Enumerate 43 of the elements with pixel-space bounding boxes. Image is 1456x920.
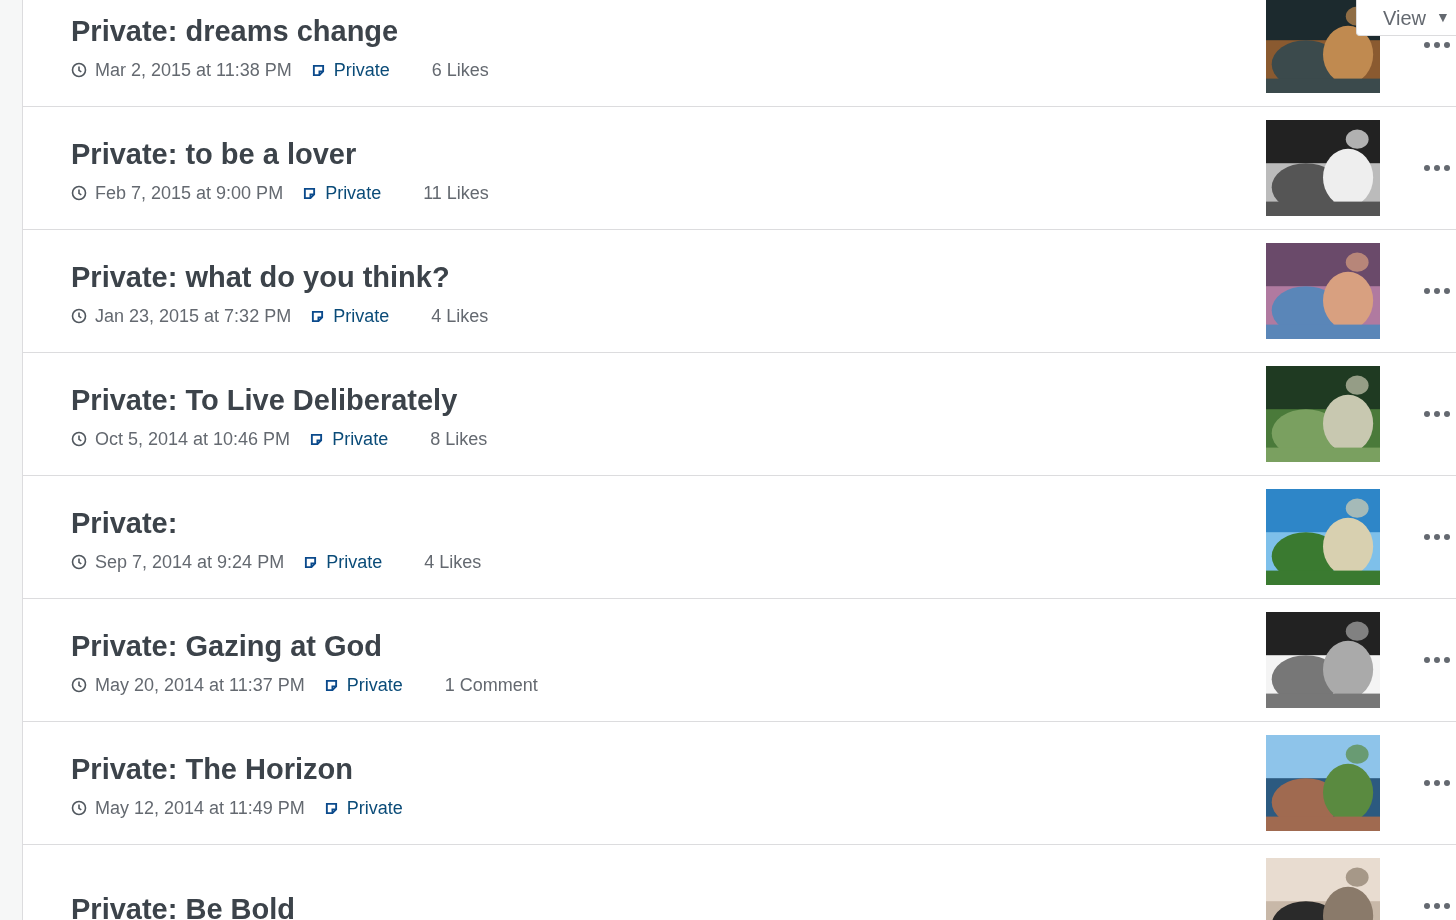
post-date: Mar 2, 2015 at 11:38 PM bbox=[95, 59, 292, 82]
post-stats: 8 Likes bbox=[430, 428, 488, 451]
view-dropdown[interactable]: View ▼ bbox=[1356, 0, 1456, 36]
status-link[interactable]: Private bbox=[333, 58, 390, 82]
post-title[interactable]: Private: The Horizon bbox=[71, 752, 1266, 786]
note-icon bbox=[311, 63, 325, 77]
status-link[interactable]: Private bbox=[333, 304, 390, 328]
post-title[interactable]: Private: dreams change bbox=[71, 14, 1266, 48]
note-icon bbox=[304, 555, 318, 569]
post-title[interactable]: Private: bbox=[71, 506, 1266, 540]
post-stats: 6 Likes bbox=[431, 59, 489, 82]
post-date: May 20, 2014 at 11:37 PM bbox=[95, 674, 305, 697]
post-date: Jan 23, 2015 at 7:32 PM bbox=[95, 305, 292, 328]
note-icon bbox=[324, 678, 338, 692]
clock-icon bbox=[71, 62, 87, 78]
note-icon bbox=[311, 309, 325, 323]
clock-icon bbox=[71, 185, 87, 201]
post-date: Feb 7, 2015 at 9:00 PM bbox=[95, 182, 284, 205]
post-title[interactable]: Private: to be a lover bbox=[71, 137, 1266, 171]
clock-icon bbox=[71, 308, 87, 324]
clock-icon bbox=[71, 431, 87, 447]
status-link[interactable]: Private bbox=[346, 673, 403, 697]
post-date: Sep 7, 2014 at 9:24 PM bbox=[95, 551, 285, 574]
note-icon bbox=[324, 801, 338, 815]
post-stats: 4 Likes bbox=[431, 305, 489, 328]
status-link[interactable]: Private bbox=[332, 427, 389, 451]
status-link[interactable]: Private bbox=[326, 550, 383, 574]
post-title[interactable]: Private: Be Bold bbox=[71, 892, 1266, 920]
status-link[interactable]: Private bbox=[325, 181, 382, 205]
clock-icon bbox=[71, 554, 87, 570]
note-icon bbox=[310, 432, 324, 446]
status-link[interactable]: Private bbox=[346, 796, 403, 820]
post-stats: 1 Comment bbox=[444, 674, 538, 697]
post-title[interactable]: Private: Gazing at God bbox=[71, 629, 1266, 663]
post-date: Oct 5, 2014 at 10:46 PM bbox=[95, 428, 291, 451]
post-stats: 4 Likes bbox=[424, 551, 482, 574]
post-date: May 12, 2014 at 11:49 PM bbox=[95, 797, 305, 820]
note-icon bbox=[303, 186, 317, 200]
clock-icon bbox=[71, 677, 87, 693]
post-title[interactable]: Private: To Live Deliberately bbox=[71, 383, 1266, 417]
post-stats: 11 Likes bbox=[423, 182, 489, 205]
clock-icon bbox=[71, 800, 87, 816]
post-title[interactable]: Private: what do you think? bbox=[71, 260, 1266, 294]
